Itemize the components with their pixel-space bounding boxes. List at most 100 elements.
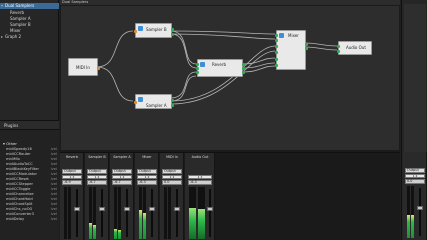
channel-io[interactable]: 1 2 <box>112 175 132 179</box>
gain-readout[interactable]: 0.0 <box>405 179 425 184</box>
audio-out-port[interactable] <box>305 43 308 46</box>
expand-arrow-icon[interactable]: ▾ <box>1 3 3 9</box>
tree-item-label: Reverb <box>10 10 25 15</box>
wire-sampler-b-to-mixer[interactable] <box>170 30 276 35</box>
node-title: Sampler A <box>146 103 167 108</box>
wire-midi-to-sampler-a[interactable] <box>96 66 134 102</box>
gain-readout[interactable]: -6.3 <box>188 180 212 185</box>
output-select[interactable]: Output <box>87 169 107 174</box>
audio-in-port[interactable] <box>275 64 278 67</box>
audio-in-port[interactable] <box>275 58 278 61</box>
fader-knob[interactable] <box>74 207 80 211</box>
audio-out-port[interactable] <box>171 104 174 107</box>
plugin-icon <box>138 97 143 102</box>
gain-readout[interactable]: -6.7 <box>87 180 107 185</box>
audio-out-port[interactable] <box>171 28 174 31</box>
audio-out-port[interactable] <box>171 33 174 36</box>
level-meter <box>118 187 121 239</box>
channel-io[interactable]: 1 2 <box>62 175 82 179</box>
node-mixer[interactable]: Mixer <box>275 30 308 70</box>
audio-in-port[interactable] <box>337 45 340 48</box>
gain-readout[interactable]: 0.0 <box>162 180 182 185</box>
level-meter-fill <box>198 208 205 239</box>
fader-track[interactable] <box>209 189 211 237</box>
fader-knob[interactable] <box>417 206 423 210</box>
left-panel: ▾ Dual Samplers Reverb Sampler A Sampler… <box>0 0 59 240</box>
fader-knob[interactable] <box>149 207 155 211</box>
output-select[interactable]: Output <box>162 169 182 174</box>
plugin-item[interactable]: midiDelay lvel <box>0 217 59 222</box>
graph-tab-title[interactable]: Dual Samplers <box>60 0 400 5</box>
fader-knob[interactable] <box>124 207 130 211</box>
output-select[interactable]: Output <box>112 169 132 174</box>
node-sampler-a[interactable]: Sampler A <box>134 94 174 109</box>
audio-in-port[interactable] <box>337 50 340 53</box>
tree-item-graph-2[interactable]: ▸ Graph 2 <box>0 34 21 40</box>
tree-item-label: Sampler A <box>10 16 31 21</box>
graph-canvas[interactable]: MIDI In Sampler B Sampler A Reverb Mixer… <box>61 6 399 150</box>
output-select[interactable]: Output <box>62 169 82 174</box>
midi-in-port[interactable] <box>134 101 137 104</box>
level-meter <box>114 187 117 239</box>
fader-track[interactable] <box>176 189 178 237</box>
mixer-strip-reverb: Reverb Output 1 2 -6.9 <box>60 153 84 240</box>
node-title: Audio Out <box>346 45 366 50</box>
audio-out-port[interactable] <box>242 63 245 66</box>
node-reverb[interactable]: Reverb <box>196 59 245 77</box>
fader-track[interactable] <box>151 189 153 237</box>
level-meter-fill <box>407 214 410 238</box>
audio-in-port[interactable] <box>275 39 278 42</box>
fader-knob[interactable] <box>99 207 105 211</box>
midi-out-port[interactable] <box>97 67 100 70</box>
audio-in-port[interactable] <box>275 51 278 54</box>
wire-sampler-b-to-reverb[interactable] <box>170 30 197 65</box>
app-window: ▾ Dual Samplers Reverb Sampler A Sampler… <box>0 0 427 240</box>
wire-mixer-to-audio-out-2[interactable] <box>304 46 338 51</box>
fader-track[interactable] <box>126 189 128 237</box>
right-scroll-area[interactable] <box>404 4 426 152</box>
midi-in-port[interactable] <box>134 30 137 33</box>
audio-out-port[interactable] <box>305 47 308 50</box>
level-meter <box>164 187 167 239</box>
gain-readout[interactable]: -6.9 <box>62 180 82 185</box>
wire-sampler-b-to-mixer-2[interactable] <box>170 33 276 40</box>
output-select[interactable]: Output <box>137 169 157 174</box>
wire-reverb-to-mixer-3[interactable] <box>241 65 276 73</box>
strip-name: Sampler B <box>88 155 106 159</box>
level-meter-fill <box>93 225 96 239</box>
channel-io[interactable]: 1 2 <box>188 175 212 179</box>
audio-out-port[interactable] <box>242 71 245 74</box>
audio-in-port[interactable] <box>196 71 199 74</box>
wire-mixer-to-audio-out[interactable] <box>304 42 338 47</box>
fader-knob[interactable] <box>174 207 180 211</box>
tree-item-dual-samplers[interactable]: ▾ Dual Samplers <box>0 3 59 9</box>
channel-io[interactable]: 1 2 <box>405 174 425 178</box>
strip-name: MIDI In <box>166 155 178 159</box>
audio-out-port[interactable] <box>242 67 245 70</box>
node-sampler-b[interactable]: Sampler B <box>134 23 174 38</box>
fader-knob[interactable] <box>207 207 213 211</box>
node-audio-out[interactable]: Audio Out <box>337 41 372 55</box>
gain-readout[interactable]: -6.3 <box>137 180 157 185</box>
collapse-arrow-icon[interactable]: ▸ <box>1 34 3 40</box>
gain-readout[interactable]: -6.7 <box>112 180 132 185</box>
audio-in-port[interactable] <box>196 67 199 70</box>
wire-midi-to-sampler-b[interactable] <box>96 30 134 68</box>
plugin-category[interactable]: ▾ Other <box>3 141 17 146</box>
audio-out-port[interactable] <box>171 99 174 102</box>
fader-track[interactable] <box>76 189 78 237</box>
audio-in-port[interactable] <box>196 63 199 66</box>
fader-track[interactable] <box>419 188 421 236</box>
plugin-name: midiDelay <box>6 217 25 221</box>
channel-io[interactable]: 1 2 <box>87 175 107 179</box>
fader-track[interactable] <box>101 189 103 237</box>
level-meter <box>89 187 92 239</box>
audio-in-port[interactable] <box>275 45 278 48</box>
channel-io[interactable]: 1 2 <box>137 175 157 179</box>
level-meter <box>143 187 146 239</box>
level-meter-fill <box>89 223 92 239</box>
audio-in-port[interactable] <box>275 34 278 37</box>
node-midi-in[interactable]: MIDI In <box>68 58 100 76</box>
output-select[interactable]: Output <box>405 168 425 173</box>
channel-io[interactable]: 1 2 <box>162 175 182 179</box>
